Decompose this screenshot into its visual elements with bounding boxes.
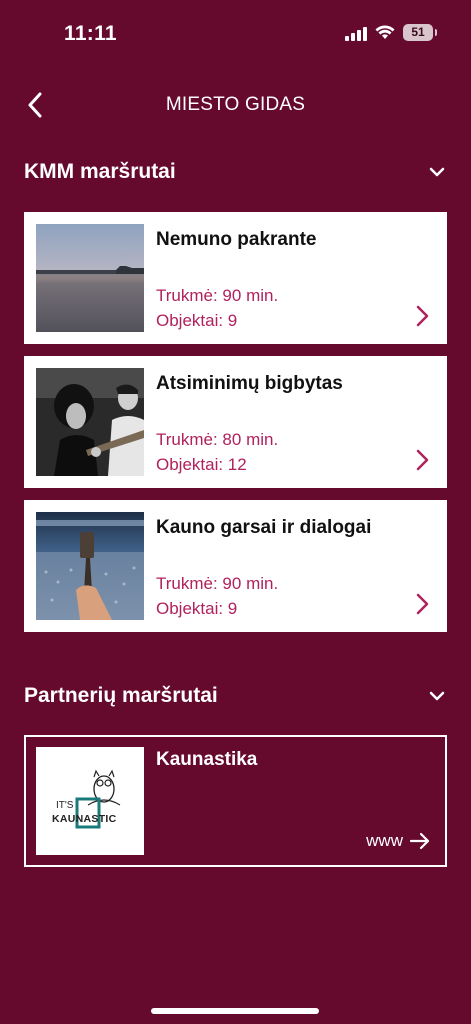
- chevron-right-icon: [416, 593, 429, 615]
- route-title: Atsiminimų bigbytas: [156, 373, 343, 394]
- route-card-atsiminimu-bigbytas[interactable]: Atsiminimų bigbytas Trukmė: 80 min. Obje…: [24, 356, 447, 488]
- chevron-right-icon: [416, 449, 429, 471]
- section-title: KMM maršrutai: [24, 160, 176, 183]
- status-time: 11:11: [64, 22, 117, 45]
- partner-card-kaunastika[interactable]: IT'S KAUNASTIC Kaunastika www: [24, 735, 447, 867]
- cellular-signal-icon: [345, 25, 367, 41]
- wifi-icon: [375, 25, 395, 39]
- route-objects: Objektai: 9: [156, 311, 238, 330]
- status-icons: 51: [345, 24, 437, 41]
- logo-text-main: KAUNASTIC: [52, 813, 117, 825]
- route-objects: Objektai: 12: [156, 455, 247, 474]
- logo-text-top: IT'S: [56, 800, 74, 811]
- route-thumbnail: [36, 224, 144, 332]
- battery-icon: 51: [403, 24, 437, 41]
- chevron-down-icon: [427, 686, 447, 706]
- route-title: Nemuno pakrante: [156, 229, 317, 250]
- partner-website-link[interactable]: www: [366, 831, 431, 851]
- chevron-down-icon: [427, 162, 447, 182]
- kaunastic-logo: IT'S KAUNASTIC: [36, 747, 144, 855]
- route-duration: Trukmė: 90 min.: [156, 574, 279, 593]
- status-bar: 11:11 51: [0, 0, 471, 70]
- route-title: Kauno garsai ir dialogai: [156, 517, 372, 538]
- page-title: MIESTO GIDAS: [165, 94, 306, 115]
- section-header-partner-routes[interactable]: Partnerių maršrutai: [24, 676, 447, 716]
- chevron-right-icon: [416, 305, 429, 327]
- route-thumbnail: [36, 512, 144, 620]
- section-title: Partnerių maršrutai: [24, 684, 218, 707]
- nav-header: MIESTO GIDAS: [0, 80, 471, 130]
- route-duration: Trukmė: 90 min.: [156, 286, 279, 305]
- route-objects: Objektai: 9: [156, 599, 238, 618]
- arrow-right-icon: [409, 832, 430, 850]
- route-thumbnail: [36, 368, 144, 476]
- partner-link-label: www: [366, 831, 403, 850]
- route-card-nemuno-pakrante[interactable]: Nemuno pakrante Trukmė: 90 min. Objektai…: [24, 212, 447, 344]
- route-duration: Trukmė: 80 min.: [156, 430, 279, 449]
- home-indicator[interactable]: [151, 1008, 319, 1014]
- section-header-kmm-routes[interactable]: KMM maršrutai: [24, 152, 447, 192]
- partner-title: Kaunastika: [156, 749, 258, 770]
- route-card-kauno-garsai[interactable]: Kauno garsai ir dialogai Trukmė: 90 min.…: [24, 500, 447, 632]
